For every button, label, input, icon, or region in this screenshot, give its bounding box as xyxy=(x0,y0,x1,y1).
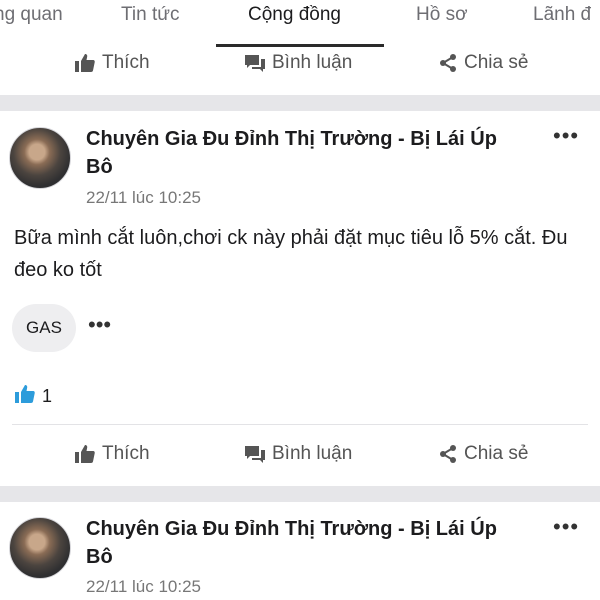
tab-profile[interactable]: Hồ sơ xyxy=(416,4,468,26)
like-label: Thích xyxy=(102,52,150,73)
comment-label: Bình luận xyxy=(272,52,353,73)
thumbs-up-icon xyxy=(74,444,96,464)
like-button[interactable]: Thích xyxy=(74,443,150,465)
share-button[interactable]: Chia sẻ xyxy=(438,443,528,465)
share-icon xyxy=(438,444,458,464)
more-options-icon[interactable]: ••• xyxy=(553,514,579,540)
tab-news[interactable]: Tin tức xyxy=(121,4,179,26)
comment-icon xyxy=(244,444,266,464)
more-options-icon[interactable]: ••• xyxy=(553,123,579,149)
comment-label: Bình luận xyxy=(272,443,353,464)
thumbs-up-icon xyxy=(74,53,96,73)
like-count-value: 1 xyxy=(42,386,53,406)
tab-community[interactable]: Cộng đồng xyxy=(248,4,341,26)
post-author[interactable]: Chuyên Gia Đu Đỉnh Thị Trường - Bị Lái Ú… xyxy=(86,515,526,571)
share-label: Chia sẻ xyxy=(464,52,529,73)
like-count[interactable]: 1 xyxy=(14,384,52,409)
post-separator xyxy=(0,95,600,111)
stock-tag[interactable]: GAS xyxy=(12,304,76,352)
like-label: Thích xyxy=(102,443,150,464)
post-content: Bữa mình cắt luôn,chơi ck này phải đặt m… xyxy=(14,227,568,281)
post-actions: Thích Bình luận Chia sẻ xyxy=(0,434,600,478)
share-button[interactable]: Chia sẻ xyxy=(438,52,528,74)
post-author[interactable]: Chuyên Gia Đu Đỉnh Thị Trường - Bị Lái Ú… xyxy=(86,125,526,181)
post-timestamp: 22/11 lúc 10:25 xyxy=(86,188,201,207)
stock-tag-label: GAS xyxy=(26,318,62,337)
like-button[interactable]: Thích xyxy=(74,52,150,74)
tab-leaders[interactable]: Lãnh đ xyxy=(533,4,591,26)
comment-button[interactable]: Bình luận xyxy=(244,52,352,74)
divider xyxy=(12,424,588,425)
avatar[interactable] xyxy=(9,517,71,579)
thumbs-up-icon xyxy=(14,384,36,409)
comment-icon xyxy=(244,53,266,73)
share-label: Chia sẻ xyxy=(464,443,529,464)
tab-overview[interactable]: ng quan xyxy=(0,4,63,26)
post-separator xyxy=(0,486,600,502)
post-actions-top: Thích Bình luận Chia sẻ xyxy=(0,43,600,87)
share-icon xyxy=(438,53,458,73)
avatar[interactable] xyxy=(9,127,71,189)
tag-more-icon[interactable]: ••• xyxy=(88,312,111,338)
top-tab-bar: ng quan Tin tức Cộng đồng Hồ sơ Lãnh đ xyxy=(0,0,600,48)
comment-button[interactable]: Bình luận xyxy=(244,443,352,465)
post-timestamp: 22/11 lúc 10:25 xyxy=(86,577,201,596)
